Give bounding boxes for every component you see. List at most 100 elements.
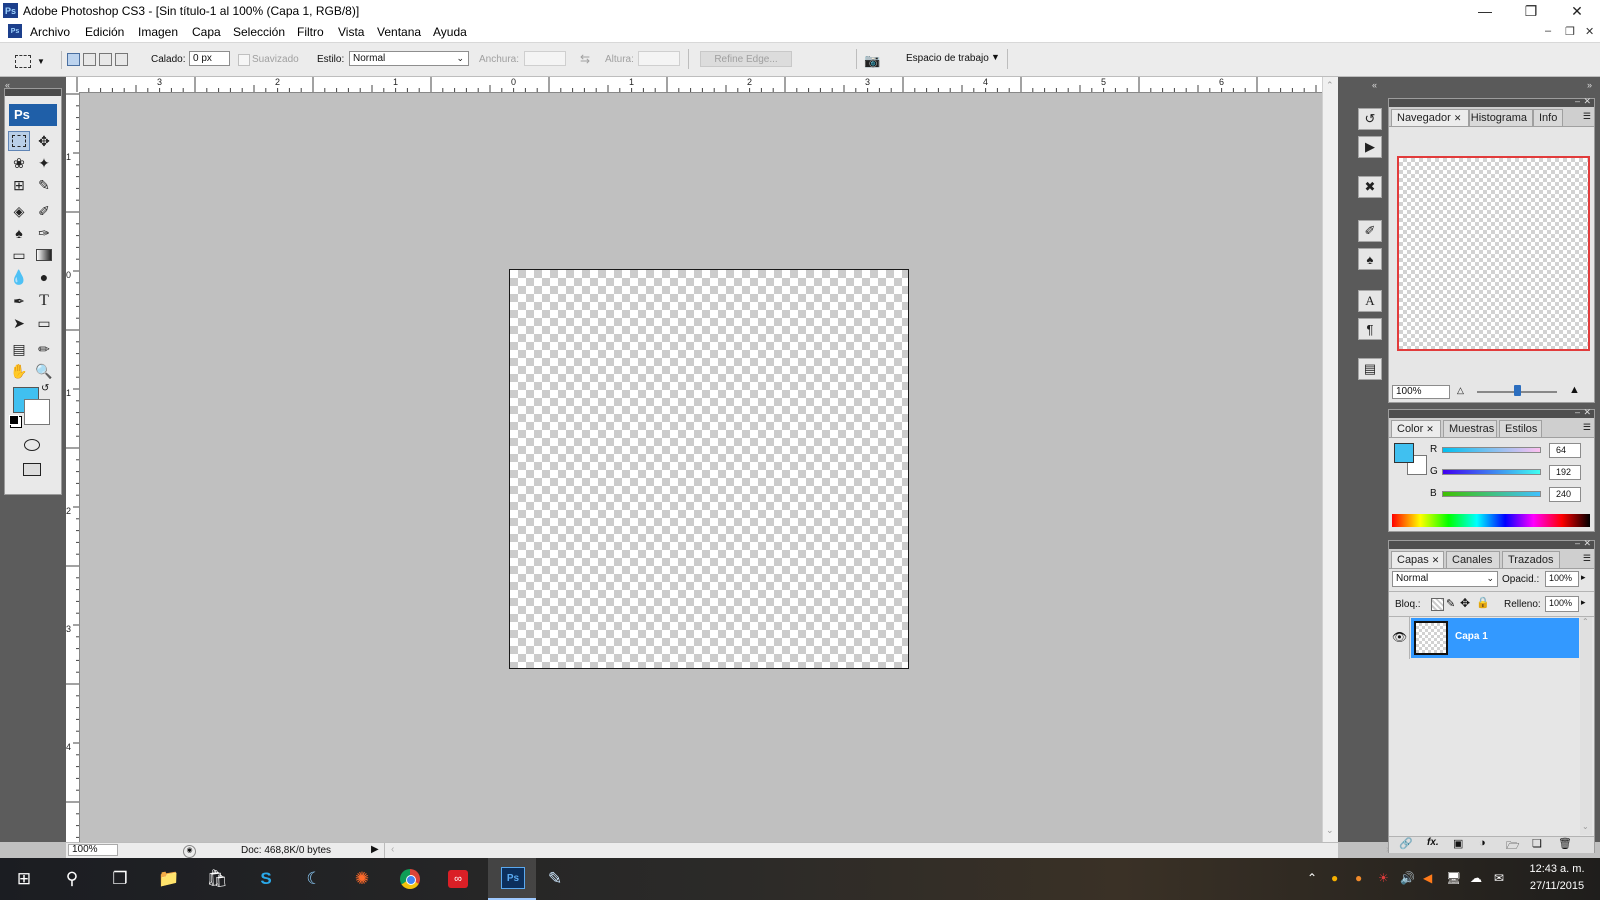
panel-header[interactable]: – ✕ (1389, 538, 1594, 549)
dodge-tool-icon[interactable]: ● (33, 267, 55, 287)
menu-seleccion[interactable]: Selección (233, 25, 285, 39)
screen-mode-icon[interactable] (21, 459, 43, 479)
channel-b-value[interactable]: 240 (1549, 487, 1581, 502)
swap-colors-icon[interactable]: ↺ (41, 383, 49, 394)
menu-edicion[interactable]: Edición (85, 25, 124, 39)
network-icon[interactable]: 🖥 (1446, 871, 1461, 885)
tool-preset-picker[interactable]: ▼ (14, 51, 52, 71)
clone-source-icon[interactable]: ♠ (1358, 248, 1382, 270)
layer-row[interactable]: 👁 Capa 1 (1389, 617, 1579, 659)
tab-info[interactable]: Info (1533, 109, 1563, 126)
tab-estilos[interactable]: Estilos (1499, 420, 1542, 437)
expand-icon[interactable]: » (1587, 80, 1592, 90)
character-icon[interactable]: A (1358, 290, 1382, 312)
panel-header[interactable]: – ✕ (1389, 96, 1594, 107)
eyedropper-tool-icon[interactable]: ✏ (33, 339, 55, 359)
close-icon[interactable]: ✕ (1583, 96, 1591, 107)
calado-input[interactable]: 0 px (189, 51, 230, 66)
blend-mode-select[interactable]: Normal ⌄ (1392, 571, 1498, 587)
fill-arrow-icon[interactable]: ▸ (1581, 597, 1586, 608)
app-icon[interactable]: ☾ (296, 864, 332, 894)
suavizado-checkbox[interactable] (238, 54, 250, 66)
task-view-icon[interactable]: ❐ (102, 864, 138, 894)
scroll-up-icon[interactable]: ⌃ (1326, 80, 1334, 91)
brushes-icon[interactable]: ✐ (1358, 220, 1382, 242)
pen-tool-icon[interactable]: ✒ (8, 291, 30, 311)
doc-restore-icon[interactable]: ❐ (1565, 25, 1575, 38)
type-tool-icon[interactable]: T (33, 291, 55, 311)
tab-capas[interactable]: Capas ✕ (1391, 551, 1444, 568)
lock-transparent-icon[interactable] (1431, 598, 1444, 611)
store-icon[interactable]: 🛍 (199, 864, 235, 894)
layer-name[interactable]: Capa 1 (1455, 631, 1488, 642)
add-mask-icon[interactable]: ▣ (1453, 837, 1463, 850)
lasso-tool-icon[interactable]: ❀ (8, 153, 30, 173)
close-icon[interactable]: ✕ (1454, 113, 1462, 124)
clone-stamp-tool-icon[interactable]: ♠ (8, 223, 30, 243)
minimize-icon[interactable]: – (1575, 407, 1580, 417)
skype-icon[interactable]: S (248, 864, 284, 894)
volume-icon[interactable]: 🔊 (1400, 871, 1415, 885)
channel-b-slider[interactable] (1442, 491, 1541, 497)
eye-visibility-icon[interactable]: 👁 (1392, 630, 1407, 644)
creative-cloud-icon[interactable]: ∞ (440, 864, 476, 894)
link-layers-icon[interactable]: 🔗 (1399, 837, 1413, 850)
menu-imagen[interactable]: Imagen (138, 25, 178, 39)
workspace-dropdown-icon[interactable]: ▼ (991, 52, 1000, 62)
navigator-preview[interactable] (1397, 156, 1590, 351)
scroll-left-icon[interactable]: ‹ (391, 844, 394, 855)
default-colors-icon[interactable] (9, 415, 19, 425)
tab-histograma[interactable]: Histograma (1469, 109, 1533, 126)
estilo-select[interactable]: Normal ⌄ (349, 51, 469, 66)
workspace-label[interactable]: Espacio de trabajo (906, 53, 989, 64)
status-menu-icon[interactable]: ▶ (371, 844, 379, 855)
chrome-icon[interactable] (392, 864, 428, 894)
scroll-down-icon[interactable]: ⌄ (1326, 825, 1334, 836)
doc-close-icon[interactable]: ✕ (1585, 25, 1594, 38)
menu-filtro[interactable]: Filtro (297, 25, 324, 39)
file-browser-icon[interactable]: 📷 (864, 53, 884, 68)
show-hidden-icons[interactable]: ⌃ (1307, 871, 1317, 885)
trash-icon[interactable]: 🗑 (1558, 837, 1572, 850)
clock-date[interactable]: 27/11/2015 (1522, 880, 1592, 892)
minimize-icon[interactable]: – (1575, 538, 1580, 548)
layer-thumbnail[interactable] (1414, 621, 1448, 655)
minimize-icon[interactable]: — (1462, 0, 1508, 22)
minimize-icon[interactable]: – (1575, 96, 1580, 106)
brush-tool-icon[interactable]: ✐ (33, 201, 55, 221)
tab-navegador[interactable]: Navegador ✕ (1391, 109, 1469, 126)
zoom-in-icon[interactable]: ▲ (1569, 384, 1580, 396)
windows-start-icon[interactable]: ⊞ (6, 864, 42, 894)
navigator-zoom-field[interactable]: 100% (1392, 385, 1450, 399)
swap-icon[interactable]: ⇆ (580, 52, 590, 66)
rectangle-tool-icon[interactable]: ▭ (33, 313, 55, 333)
refine-edge-button[interactable]: Refine Edge... (700, 51, 792, 67)
background-color-swatch[interactable] (24, 399, 50, 425)
zoom-field[interactable]: 100% (68, 844, 118, 856)
opacity-field[interactable]: 100% (1545, 571, 1579, 587)
notepad-icon[interactable]: ✎ (537, 864, 573, 894)
lock-all-icon[interactable]: 🔒 (1476, 596, 1490, 609)
slice-tool-icon[interactable]: ✎ (33, 175, 55, 195)
vertical-scrollbar[interactable]: ⌃ ⌄ (1322, 77, 1339, 842)
panel-menu-icon[interactable]: ☰ (1583, 422, 1591, 433)
eraser-tool-icon[interactable]: ▭ (8, 245, 30, 265)
panel-header[interactable]: – ✕ (1389, 407, 1594, 418)
anchura-input[interactable] (524, 51, 566, 66)
fill-field[interactable]: 100% (1545, 596, 1579, 612)
opacity-arrow-icon[interactable]: ▸ (1581, 572, 1586, 583)
search-icon[interactable]: ⚲ (54, 864, 90, 894)
layers-scrollbar[interactable]: ⌃ ⌄ (1580, 617, 1592, 835)
photoshop-taskbar-button[interactable]: Ps (488, 858, 536, 900)
tool-presets-icon[interactable]: ✖ (1358, 176, 1382, 198)
history-brush-tool-icon[interactable]: ✑ (33, 223, 55, 243)
document-icon[interactable]: Ps (8, 24, 22, 38)
new-selection-button[interactable] (67, 53, 80, 66)
close-icon[interactable]: ✕ (1583, 407, 1591, 418)
app-icon[interactable]: ✺ (344, 864, 380, 894)
actions-icon[interactable]: ▶ (1358, 136, 1382, 158)
rect-marquee-tool-icon[interactable] (8, 131, 30, 151)
close-icon[interactable]: ✕ (1432, 555, 1440, 566)
zoom-slider-thumb[interactable] (1514, 385, 1521, 396)
tray-app-icon[interactable]: ☀ (1378, 871, 1389, 885)
